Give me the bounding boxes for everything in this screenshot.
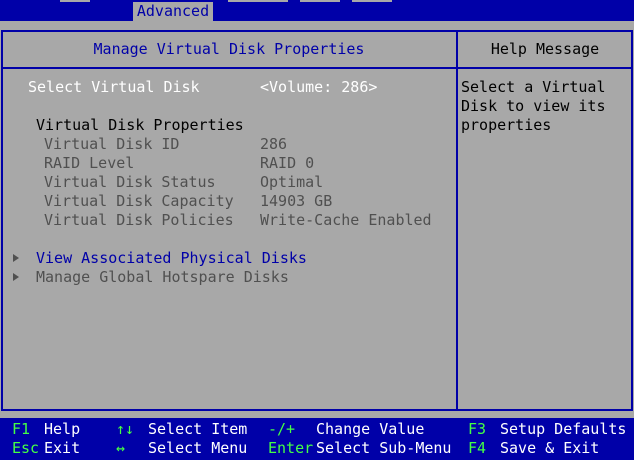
property-label: RAID Level [44,154,135,172]
page-title: Manage Virtual Disk Properties [93,40,365,58]
key-updown-desc: Select Item [148,420,248,438]
tab-advanced[interactable]: Advanced [133,2,213,21]
help-title: Help Message [490,40,600,58]
view-associated-physical-disks-link[interactable]: View Associated Physical Disks [36,249,307,268]
property-value: RAID 0 [260,154,315,172]
tab-sliver-mid [228,0,288,2]
property-label: Virtual Disk Capacity [44,192,234,210]
key-leftright-desc: Select Menu [148,439,248,457]
key-f4: F4 [468,439,487,457]
key-enter: Enter [268,439,314,457]
key-f4-desc: Save & Exit [500,439,600,457]
key-esc-desc: Exit [44,439,81,457]
property-label: Virtual Disk Status [44,173,216,191]
tab-sliver-left [60,0,90,2]
property-value: Optimal [260,173,324,191]
key-f3: F3 [468,420,487,438]
manage-global-hotspare-disks-link[interactable]: Manage Global Hotspare Disks [36,268,289,287]
property-value: Write-Cache Enabled [260,211,432,229]
select-virtual-disk-label: Select Virtual Disk [28,78,200,96]
key-enter-desc: Select Sub-Menu [316,439,452,457]
key-leftright-icon: ↔ [116,439,126,457]
key-minus-plus: -/+ [268,420,296,438]
key-f3-desc: Setup Defaults [500,420,627,438]
top-menu-bar [0,0,634,21]
property-value: 14903 GB [260,192,333,210]
panel-divider [456,30,458,411]
property-label: Virtual Disk Policies [44,211,234,229]
key-minus-plus-desc: Change Value [316,420,425,438]
tab-sliver-right [352,0,392,2]
property-value: 286 [260,135,288,153]
submenu-arrow-icon [13,273,19,281]
property-label: Virtual Disk ID [44,135,180,153]
tab-sliver-mid2 [300,0,340,2]
key-updown-icon: ↑↓ [116,420,135,438]
key-esc: Esc [12,439,40,457]
section-title: Virtual Disk Properties [36,116,244,134]
select-virtual-disk-dropdown[interactable]: <Volume: 286> [260,78,377,97]
submenu-arrow-icon [13,254,19,262]
key-f1: F1 [12,420,31,438]
title-divider [1,67,633,69]
key-f1-desc: Help [44,420,81,438]
help-message-text: Select a Virtual Disk to view its proper… [461,78,606,134]
